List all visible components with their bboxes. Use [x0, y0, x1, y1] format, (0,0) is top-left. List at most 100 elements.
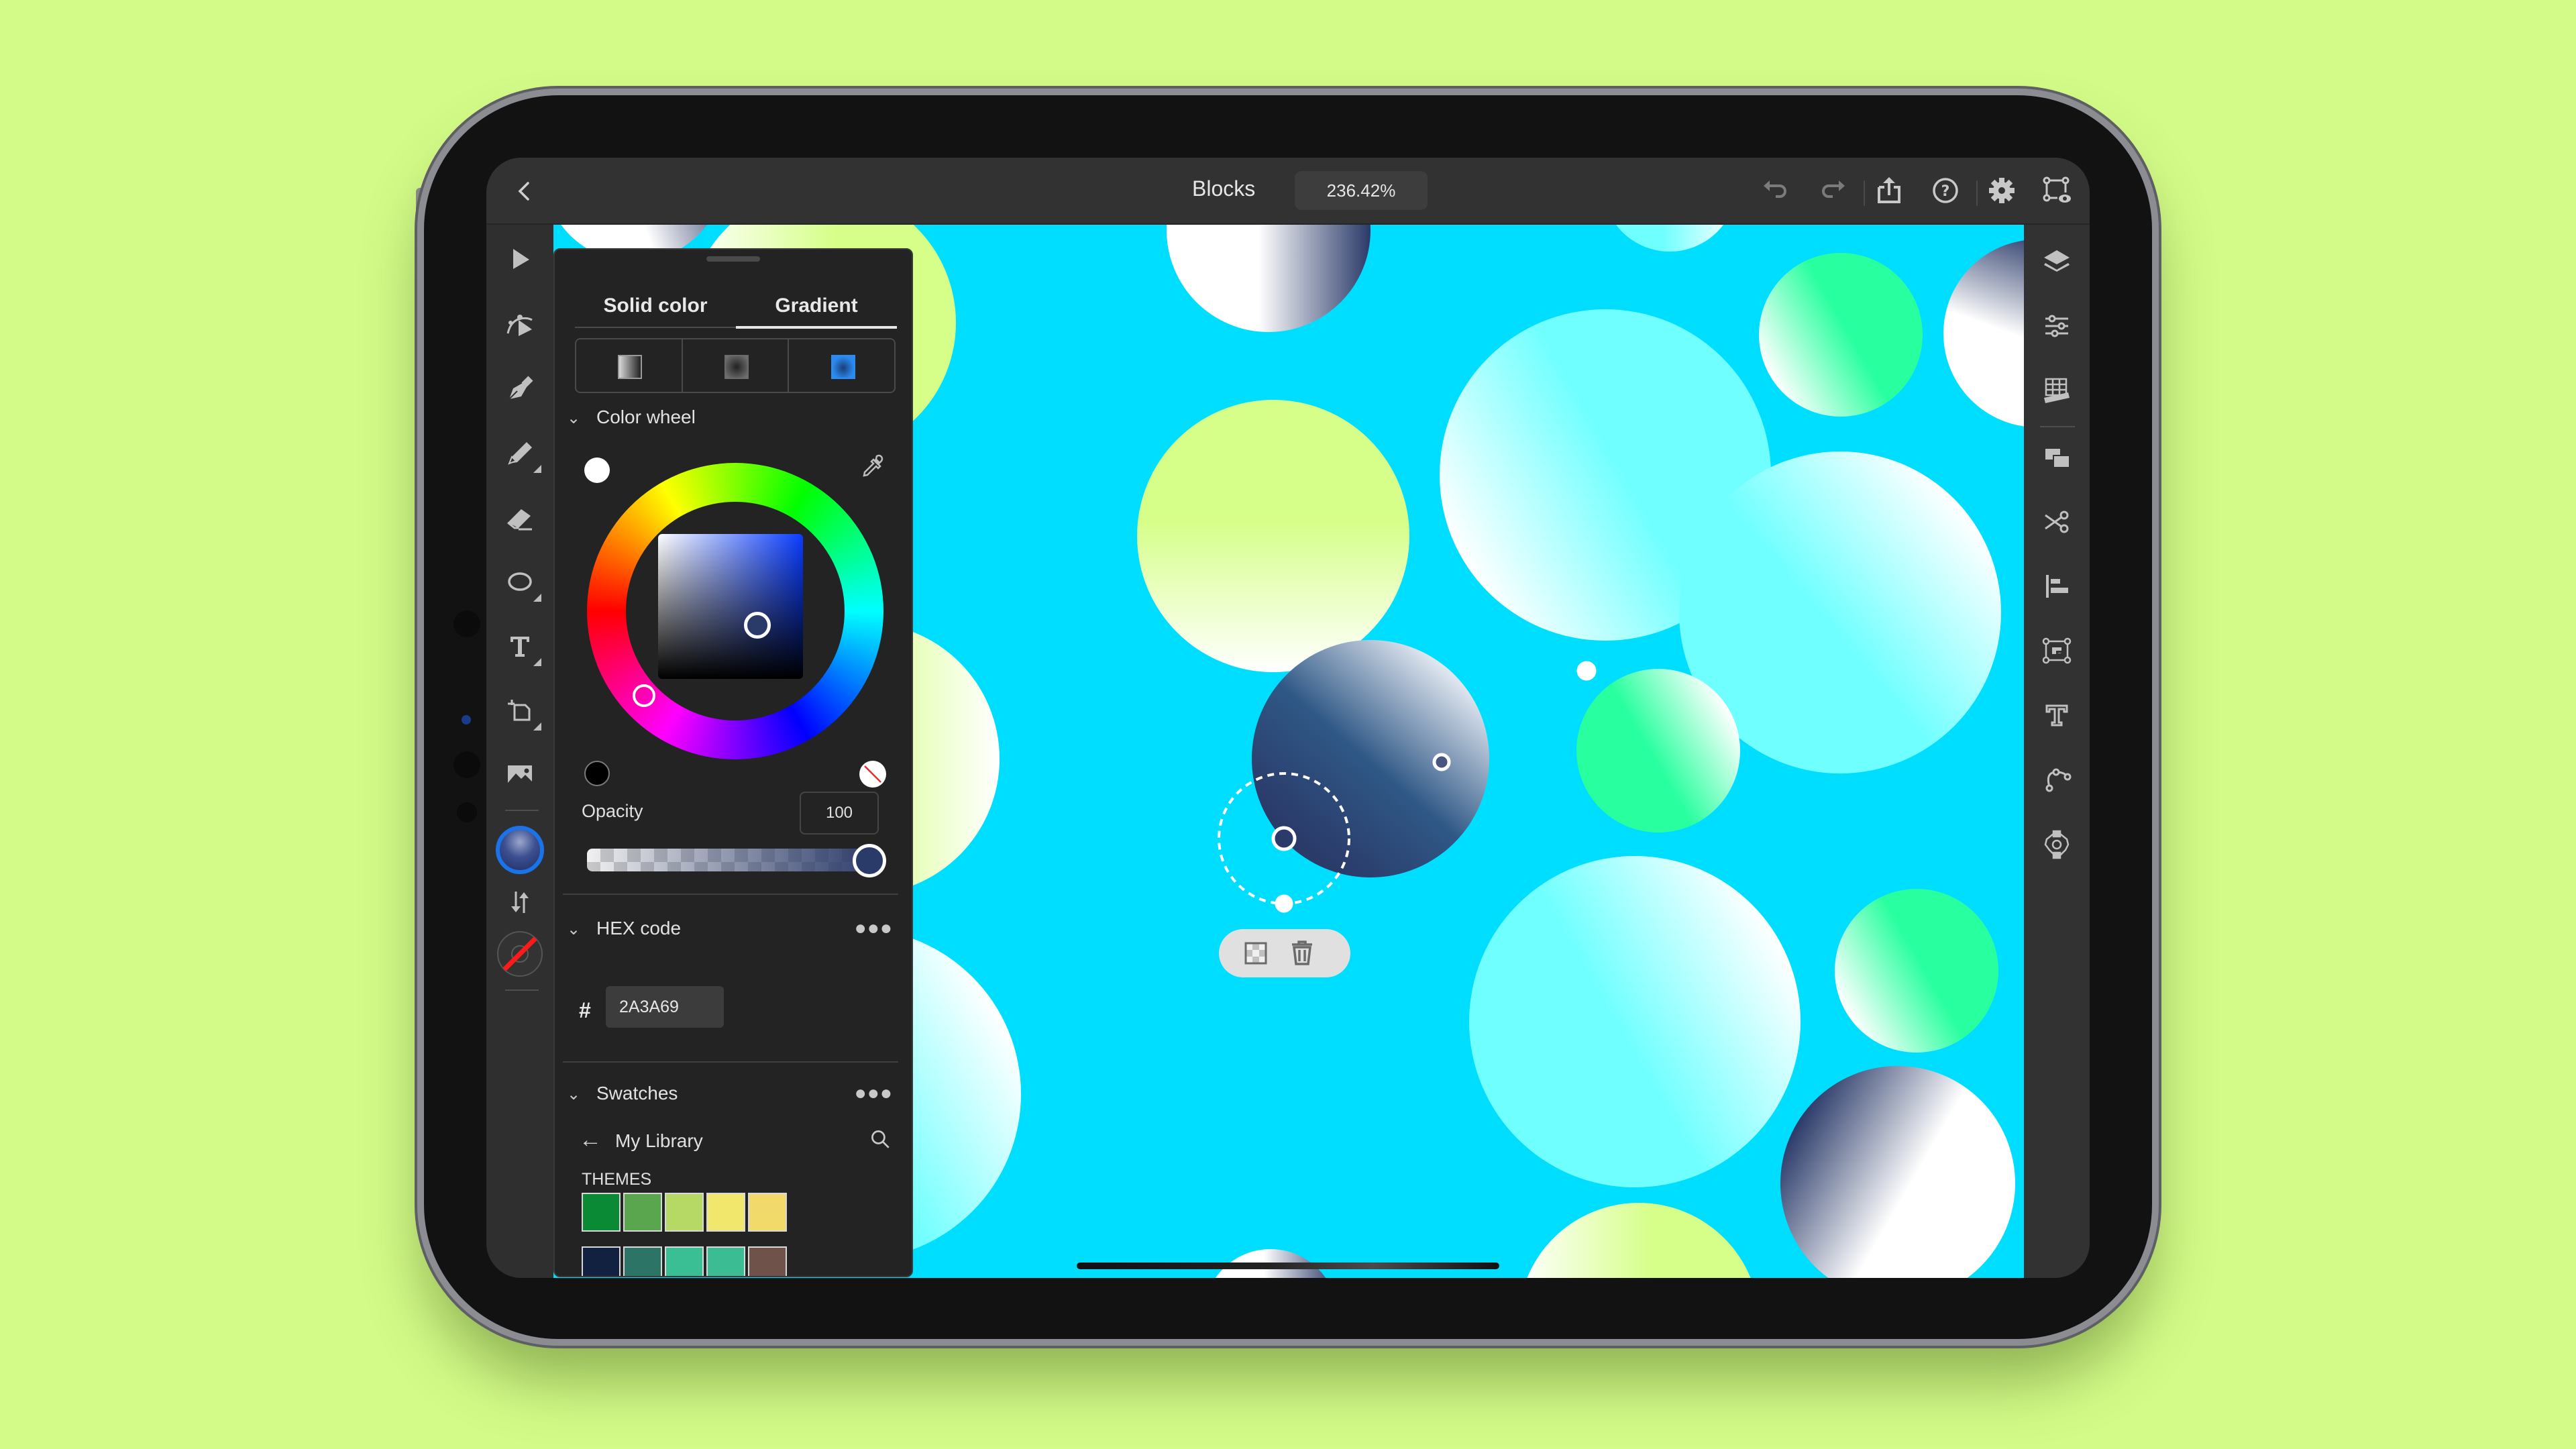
theme-swatch[interactable]: [706, 1246, 745, 1276]
library-name: My Library: [615, 1130, 703, 1151]
fill-color-swatch[interactable]: [496, 826, 544, 874]
theme-swatch-row: [582, 1193, 787, 1232]
share-button[interactable]: [1874, 175, 1904, 206]
canvas-shape[interactable]: [1943, 239, 2024, 427]
type-options-button[interactable]: [2040, 698, 2074, 732]
tool-direct-selection[interactable]: [501, 305, 539, 343]
canvas-shape[interactable]: [1518, 1203, 1760, 1278]
arrow-select-icon: [513, 249, 529, 269]
theme-swatch[interactable]: [582, 1193, 621, 1232]
tool-transform[interactable]: [501, 692, 541, 731]
zoom-level-button[interactable]: 236.42%: [1295, 171, 1428, 210]
opacity-input[interactable]: 100: [800, 792, 879, 835]
color-stop-handle[interactable]: [1576, 661, 1597, 681]
theme-swatch[interactable]: [748, 1193, 787, 1232]
white-color-button[interactable]: [584, 458, 610, 483]
repeat-icon: [2044, 830, 2070, 859]
color-wheel-section-header[interactable]: ⌄ Color wheel: [567, 402, 902, 432]
canvas-shape[interactable]: [1835, 889, 1998, 1053]
hex-section-header[interactable]: ⌄ HEX code ●●●: [567, 914, 902, 943]
no-color-icon: [864, 765, 881, 783]
spread-handle[interactable]: [1275, 894, 1293, 913]
theme-swatch[interactable]: [748, 1246, 787, 1276]
swap-arrows-icon: [511, 892, 529, 913]
tool-eraser[interactable]: [501, 498, 539, 536]
more-options-icon[interactable]: ●●●: [855, 1079, 893, 1108]
left-toolbar: [486, 225, 553, 1278]
gradient-type-selector: [575, 338, 896, 393]
theme-swatch[interactable]: [582, 1246, 621, 1276]
canvas-shape[interactable]: [1603, 225, 1737, 252]
swap-fill-stroke-button[interactable]: [501, 883, 539, 921]
canvas-shape[interactable]: [1759, 253, 1923, 417]
panel-drag-handle[interactable]: [706, 256, 760, 262]
cut-button[interactable]: [2040, 505, 2074, 539]
chevron-down-icon: ⌄: [567, 1085, 581, 1104]
saturation-brightness-square[interactable]: [658, 534, 803, 679]
preview-button[interactable]: [2041, 175, 2072, 206]
tool-shape[interactable]: [501, 563, 541, 602]
theme-swatch[interactable]: [665, 1246, 704, 1276]
section-divider: [563, 1061, 898, 1063]
hex-input[interactable]: 2A3A69: [606, 986, 724, 1028]
path-button[interactable]: [2040, 763, 2074, 796]
canvas-shape[interactable]: [1576, 669, 1740, 833]
library-selector[interactable]: ← My Library: [579, 1125, 894, 1155]
more-options-icon[interactable]: ●●●: [855, 914, 893, 943]
canvas-shape[interactable]: [1137, 400, 1409, 672]
canvas-shape[interactable]: [1469, 856, 1801, 1187]
settings-button[interactable]: [1986, 175, 2017, 206]
arrow-left-icon[interactable]: ←: [579, 1125, 606, 1155]
combine-shapes-button[interactable]: [2040, 441, 2074, 474]
pen-nib-icon: [508, 376, 533, 400]
theme-swatch[interactable]: [665, 1193, 704, 1232]
image-trace-button[interactable]: [2040, 634, 2074, 667]
search-icon[interactable]: [869, 1128, 893, 1152]
undo-button[interactable]: [1760, 175, 1790, 206]
saturation-brightness-handle[interactable]: [744, 612, 771, 639]
theme-swatch[interactable]: [623, 1193, 662, 1232]
tab-solid-color[interactable]: Solid color: [575, 286, 736, 325]
chevron-left-icon: [518, 182, 529, 201]
help-button[interactable]: ?: [1930, 175, 1961, 206]
grid-rulers-button[interactable]: [2040, 374, 2074, 407]
redo-button[interactable]: [1818, 175, 1849, 206]
theme-swatch[interactable]: [623, 1246, 662, 1276]
color-stop-handle[interactable]: [1271, 826, 1297, 851]
properties-button[interactable]: [2040, 309, 2074, 343]
theme-swatch[interactable]: [706, 1193, 745, 1232]
top-bar: Blocks 236.42% ?: [486, 158, 2090, 225]
black-color-button[interactable]: [584, 761, 610, 786]
repeat-button[interactable]: [2040, 827, 2074, 861]
image-icon: [508, 765, 532, 786]
no-color-button[interactable]: [859, 761, 886, 788]
app-screen: Blocks 236.42% ? Solid color Gradient ⌄ …: [486, 158, 2090, 1278]
tool-pen[interactable]: [501, 370, 539, 407]
eraser-icon: [507, 509, 532, 531]
gradient-type-radial[interactable]: [683, 339, 790, 392]
layers-button[interactable]: [2040, 245, 2074, 278]
tool-selection[interactable]: [501, 241, 539, 278]
align-button[interactable]: [2040, 570, 2074, 603]
tab-gradient[interactable]: Gradient: [736, 286, 897, 325]
hue-handle[interactable]: [633, 684, 655, 707]
opacity-slider-thumb[interactable]: [853, 844, 886, 877]
tool-type[interactable]: [501, 627, 541, 666]
canvas-shape[interactable]: [1780, 1066, 2015, 1278]
section-title: Swatches: [596, 1083, 678, 1104]
eyedropper-icon: [863, 454, 883, 477]
swatches-section-header[interactable]: ⌄ Swatches ●●●: [567, 1079, 902, 1108]
tool-pencil[interactable]: [501, 434, 541, 473]
stroke-color-swatch[interactable]: [496, 930, 543, 977]
eyedropper-button[interactable]: [858, 453, 885, 480]
tool-place-image[interactable]: [501, 756, 539, 794]
gradient-type-freeform[interactable]: [789, 339, 894, 392]
color-stop-handle[interactable]: [1432, 753, 1451, 771]
canvas-shape[interactable]: [1167, 225, 1371, 332]
checker-icon[interactable]: [1244, 942, 1267, 965]
color-panel: Solid color Gradient ⌄ Color wheel Opaci…: [553, 248, 913, 1277]
tool-group-indicator: [533, 465, 541, 473]
back-button[interactable]: [512, 178, 539, 205]
gradient-type-linear[interactable]: [576, 339, 683, 392]
opacity-slider[interactable]: [587, 849, 879, 871]
